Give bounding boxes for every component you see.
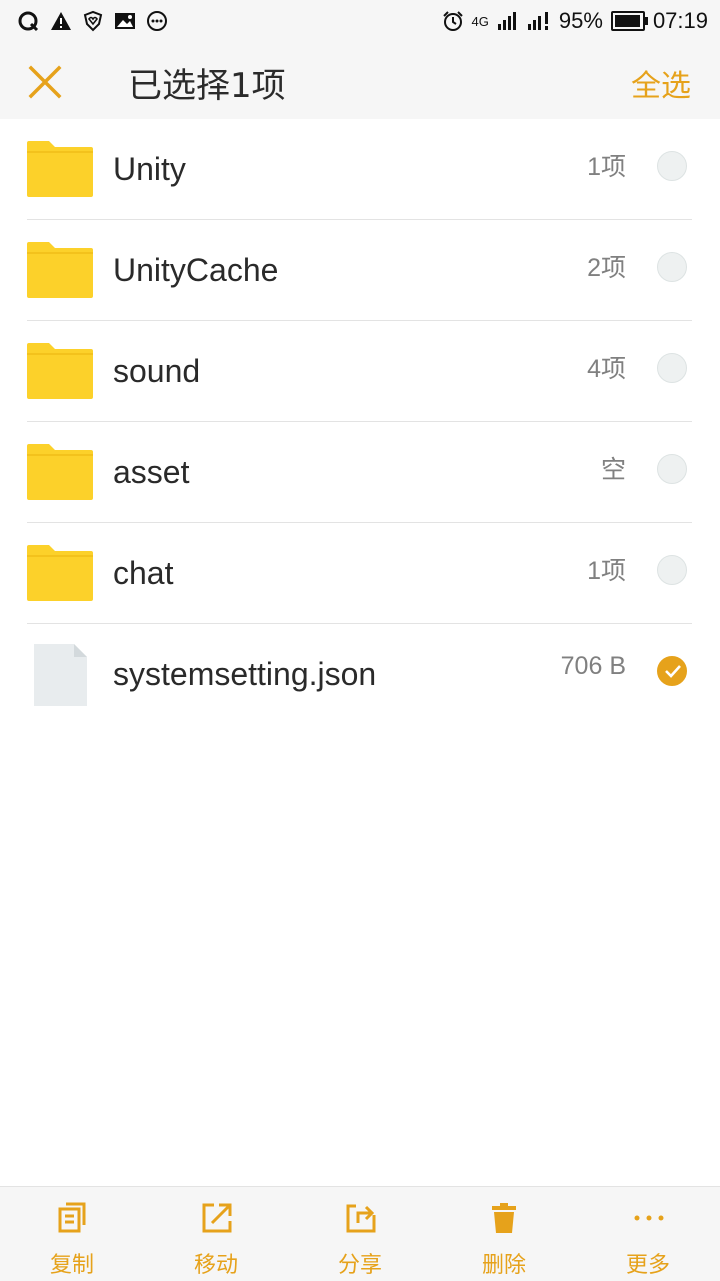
selection-checkbox[interactable] [657, 353, 687, 383]
item-name: UnityCache [113, 252, 279, 288]
move-label: 移动 [193, 1253, 238, 1278]
selection-checkbox[interactable] [657, 151, 687, 181]
item-name: sound [113, 353, 201, 389]
folder-icon [27, 141, 93, 197]
selection-checkbox[interactable] [657, 656, 687, 686]
copy-button[interactable]: 复制 [17, 1187, 127, 1281]
item-meta: 空 [600, 456, 626, 484]
shield-heart-icon [83, 10, 103, 32]
image-icon [115, 13, 135, 29]
folder-icon [27, 444, 93, 500]
item-name: Unity [113, 151, 186, 187]
selection-checkbox[interactable] [657, 454, 687, 484]
q-app-icon [18, 11, 39, 32]
share-button[interactable]: 分享 [305, 1187, 415, 1281]
more-button[interactable]: 更多 [593, 1187, 703, 1281]
delete-label: 删除 [481, 1253, 526, 1278]
battery-percent: 95% [558, 8, 603, 33]
network-type: 4G [471, 13, 489, 29]
status-bar: 4G 95% 07:19 [0, 0, 720, 42]
selection-checkbox[interactable] [657, 252, 687, 282]
list-item[interactable]: asset 空 [0, 422, 720, 523]
share-icon [346, 1204, 376, 1233]
share-label: 分享 [337, 1253, 382, 1278]
page-title: 已选择1项 [128, 66, 286, 106]
copy-icon [58, 1202, 86, 1233]
battery-icon [610, 11, 648, 31]
folder-icon [27, 343, 93, 399]
item-meta: 1项 [587, 557, 626, 585]
more-icon [634, 1215, 664, 1221]
item-meta: 2项 [587, 254, 626, 282]
select-all-button[interactable]: 全选 [631, 61, 691, 105]
delete-icon [492, 1203, 516, 1233]
delete-button[interactable]: 删除 [449, 1187, 559, 1281]
copy-label: 复制 [49, 1253, 94, 1278]
list-item[interactable]: chat 1项 [0, 523, 720, 624]
file-icon [34, 644, 87, 706]
battery-fill [614, 15, 640, 27]
list-item[interactable]: UnityCache 2项 [0, 220, 720, 321]
item-meta: 4项 [587, 355, 626, 383]
move-button[interactable]: 移动 [161, 1187, 271, 1281]
list-item[interactable]: systemsetting.json 706 B [0, 624, 720, 725]
file-list: Unity 1项 UnityCache 2项 sound 4项 asset 空 chat 1项 sy… [0, 119, 720, 725]
notification-icons [0, 10, 168, 32]
selection-header: 已选择1项 全选 [0, 42, 720, 119]
item-meta: 706 B [560, 652, 626, 680]
move-icon [202, 1203, 232, 1233]
warning-icon [51, 12, 71, 30]
check-icon [665, 665, 681, 678]
folder-icon [27, 545, 93, 601]
close-icon[interactable] [25, 62, 65, 102]
system-status: 4G 95% 07:19 [442, 8, 720, 34]
list-item[interactable]: sound 4项 [0, 321, 720, 422]
more-label: 更多 [625, 1253, 670, 1278]
clock: 07:19 [652, 8, 708, 33]
alarm-icon [442, 11, 463, 31]
signal-icon-sim2 [527, 12, 548, 30]
signal-icon-sim1 [497, 12, 516, 30]
more-notifications-icon [147, 11, 167, 31]
folder-icon [27, 242, 93, 298]
bottom-toolbar: 复制 移动 分享 删除 更多 [0, 1186, 720, 1281]
item-name: chat [113, 555, 174, 591]
item-name: asset [113, 454, 190, 490]
selection-checkbox[interactable] [657, 555, 687, 585]
item-meta: 1项 [587, 153, 626, 181]
item-name: systemsetting.json [113, 656, 377, 692]
list-item[interactable]: Unity 1项 [0, 119, 720, 220]
